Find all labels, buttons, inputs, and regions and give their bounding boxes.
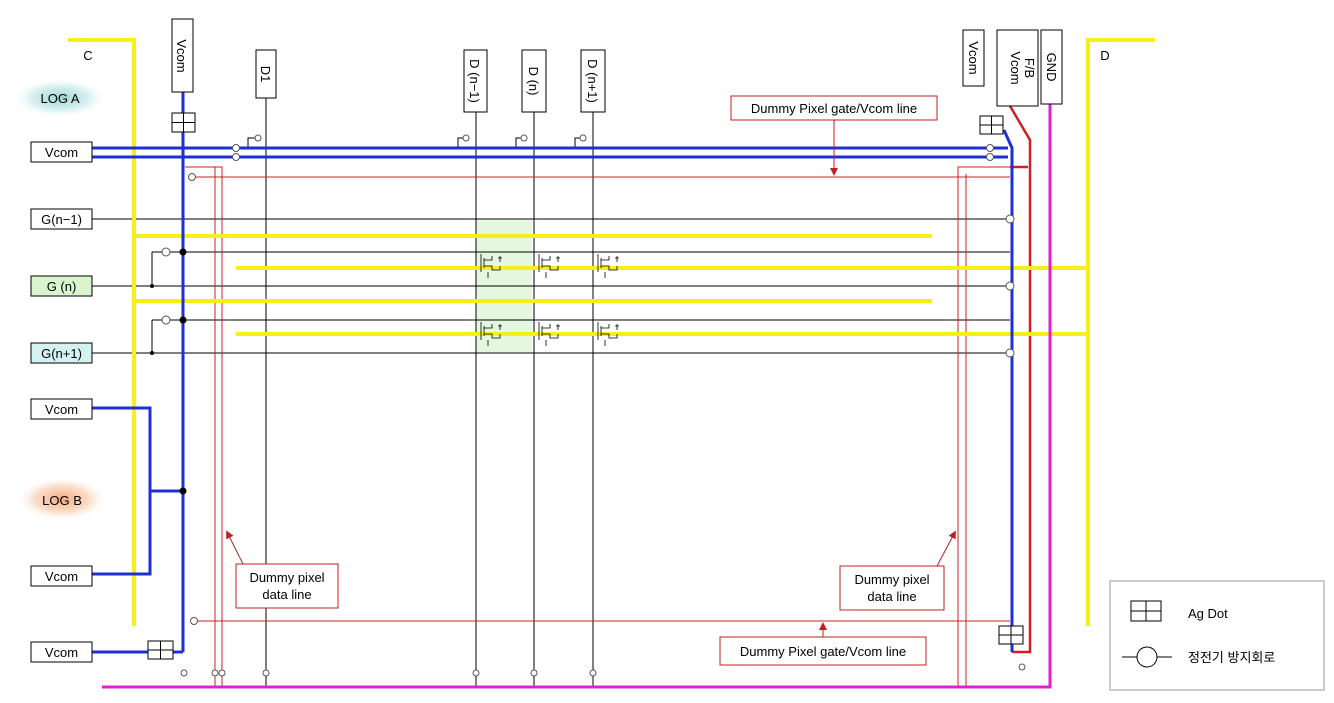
yellow-c-line <box>68 38 136 626</box>
top-label-d-prev: D (n−1) <box>467 59 482 103</box>
top-label-d1: D1 <box>258 66 273 83</box>
ag-dot-icon <box>979 115 1004 135</box>
dummy-data-left-outer <box>185 166 223 688</box>
circuit-diagram: LOG A LOG B Vcom G(n−1) G (n) G(n+1) Vco… <box>12 18 1325 691</box>
top-label-d-next: D (n+1) <box>585 59 600 103</box>
top-label-vcom-right: Vcom <box>966 41 981 74</box>
left-label-vcom-mid2: Vcom <box>45 569 78 584</box>
callout-dummy-data-right-1: Dummy pixel <box>854 572 929 587</box>
log-b-label: LOG B <box>42 493 82 508</box>
legend-ag-dot-icon <box>1130 600 1162 622</box>
left-label-g-n: G (n) <box>47 279 77 294</box>
legend-ag-dot-label: Ag Dot <box>1188 606 1228 621</box>
left-label-vcom-mid1: Vcom <box>45 402 78 417</box>
log-a-label: LOG A <box>40 91 79 106</box>
callouts: Dummy Pixel gate/Vcom line Dummy Pixel g… <box>226 95 956 666</box>
top-label-vcom-fb-1: Vcom <box>1008 51 1023 84</box>
callout-dummy-gate-top: Dummy Pixel gate/Vcom line <box>751 101 917 116</box>
left-label-g-prev: G(n−1) <box>41 212 82 227</box>
callout-dummy-gate-bottom: Dummy Pixel gate/Vcom line <box>740 644 906 659</box>
ag-dot-icon <box>171 112 196 133</box>
legend-esd-label: 정전기 방지회로 <box>1188 650 1275 665</box>
corner-label-c: C <box>83 48 92 63</box>
junctions <box>150 248 187 495</box>
left-label-g-next: G(n+1) <box>41 346 82 361</box>
left-label-vcom-bottom: Vcom <box>45 645 78 660</box>
vcom-right-bus <box>1002 129 1014 652</box>
top-label-vcom-left: Vcom <box>174 39 189 72</box>
yellow-d-line <box>1086 38 1155 626</box>
callout-dummy-data-left-2: data line <box>262 587 311 602</box>
corner-label-d: D <box>1100 48 1109 63</box>
left-label-vcom-top: Vcom <box>45 145 78 160</box>
top-label-gnd: GND <box>1044 53 1059 82</box>
callout-dummy-data-right-2: data line <box>867 589 916 604</box>
callout-dummy-data-left-1: Dummy pixel <box>249 570 324 585</box>
left-labels: Vcom G(n−1) G (n) G(n+1) Vcom Vcom Vcom <box>30 141 93 663</box>
ag-dot-icon <box>147 640 174 660</box>
legend: Ag Dot 정전기 방지회로 <box>1109 580 1325 691</box>
ag-dot-icon <box>998 625 1024 645</box>
top-label-vcom-fb-2: F/B <box>1022 58 1037 78</box>
top-label-d-n: D (n) <box>526 67 541 96</box>
